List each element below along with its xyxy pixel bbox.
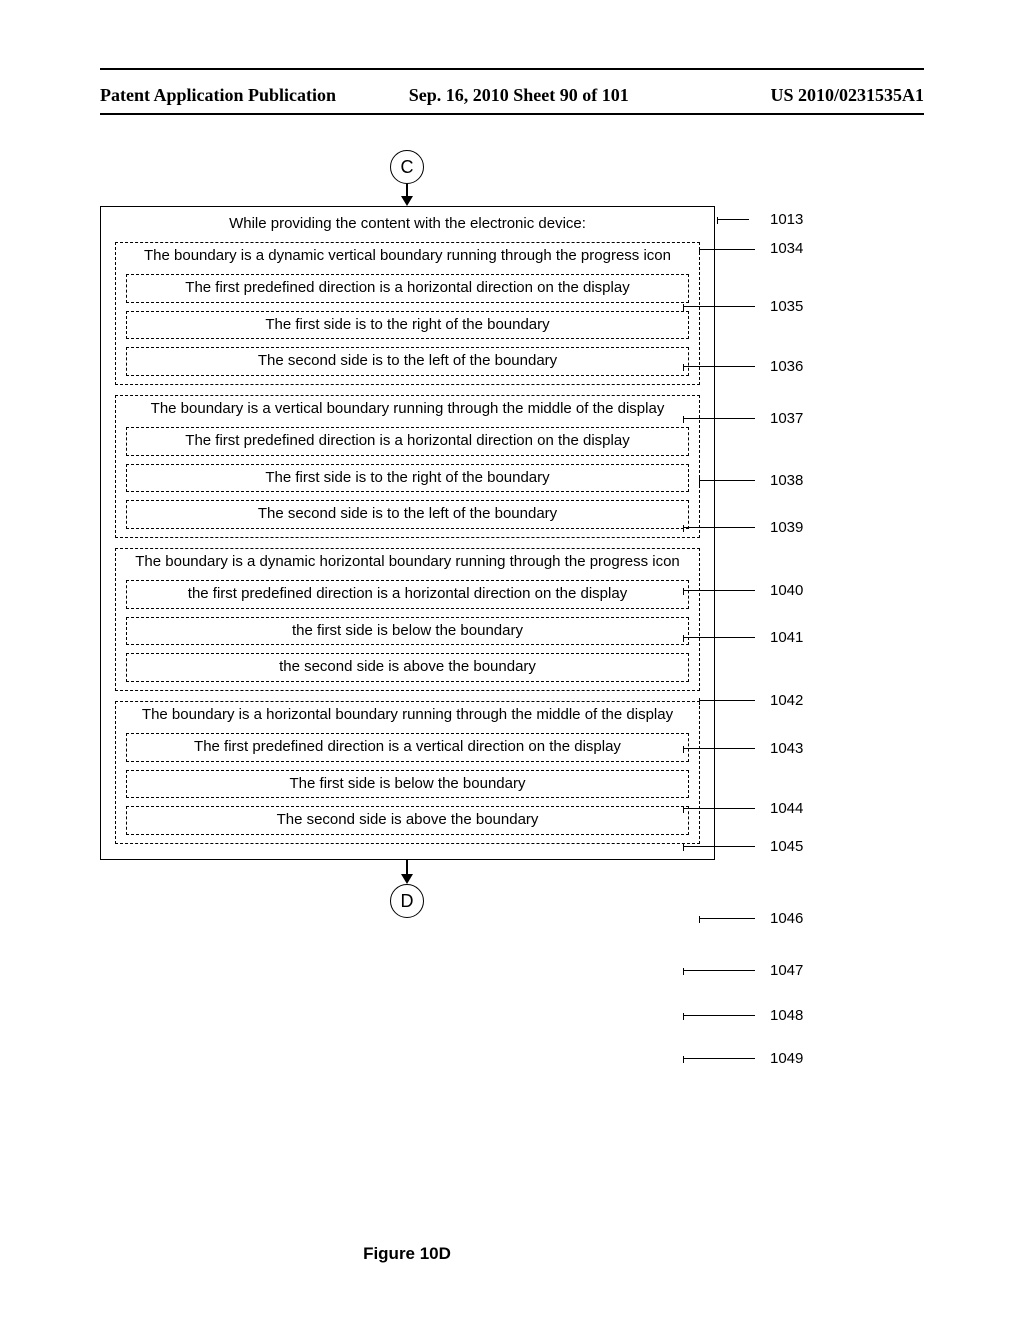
connector-top-area: C [100,150,924,206]
page-header: Patent Application Publication Sep. 16, … [100,85,924,106]
optional-substep: The first predefined direction is a hori… [126,274,689,303]
reference-label: 1013 [770,211,803,228]
reference-label: 1047 [770,962,803,979]
optional-step-group: The boundary is a horizontal boundary ru… [115,701,700,844]
optional-substep: The second side is above the boundary [126,806,689,835]
figure-caption: Figure 10D [0,1244,1024,1264]
off-page-connector-d: D [390,884,424,918]
reference-label: 1044 [770,800,803,817]
optional-substep: the second side is above the boundary [126,653,689,682]
reference-label: 1043 [770,740,803,757]
optional-step-group: The boundary is a dynamic vertical bound… [115,242,700,385]
optional-substep: The first side is to the right of the bo… [126,464,689,493]
optional-substep: The first predefined direction is a hori… [126,427,689,456]
reference-label: 1042 [770,692,803,709]
reference-label: 1049 [770,1050,803,1067]
optional-step-group: The boundary is a dynamic horizontal bou… [115,548,700,691]
arrow-down-icon [0,860,819,884]
optional-step-text: The boundary is a horizontal boundary ru… [126,706,689,725]
optional-substep: The first side is to the right of the bo… [126,311,689,340]
optional-substep: The first side is below the boundary [126,770,689,799]
reference-label: 1041 [770,629,803,646]
reference-label: 1038 [770,472,803,489]
arrow-down-icon [0,184,819,206]
header-center: Sep. 16, 2010 Sheet 90 of 101 [384,85,654,106]
reference-label: 1036 [770,358,803,375]
reference-label: 1035 [770,298,803,315]
main-step-title: While providing the content with the ele… [115,215,700,232]
optional-substep: The first predefined direction is a vert… [126,733,689,762]
reference-label: 1034 [770,240,803,257]
optional-substep: The second side is to the left of the bo… [126,500,689,529]
reference-label: 1046 [770,910,803,927]
optional-step-text: The boundary is a dynamic horizontal bou… [126,553,689,572]
header-right: US 2010/0231535A1 [654,85,924,106]
reference-label: 1045 [770,838,803,855]
optional-substep: the first side is below the boundary [126,617,689,646]
reference-label: 1037 [770,410,803,427]
optional-step-text: The boundary is a vertical boundary runn… [126,400,689,419]
optional-substep: The second side is to the left of the bo… [126,347,689,376]
reference-label: 1048 [770,1007,803,1024]
optional-substep: the first predefined direction is a hori… [126,580,689,609]
optional-step-group: The boundary is a vertical boundary runn… [115,395,700,538]
reference-label: 1040 [770,582,803,599]
optional-step-text: The boundary is a dynamic vertical bound… [126,247,689,266]
header-left: Patent Application Publication [100,85,384,106]
reference-label: 1039 [770,519,803,536]
main-flow-step: While providing the content with the ele… [100,206,715,860]
off-page-connector-c: C [390,150,424,184]
